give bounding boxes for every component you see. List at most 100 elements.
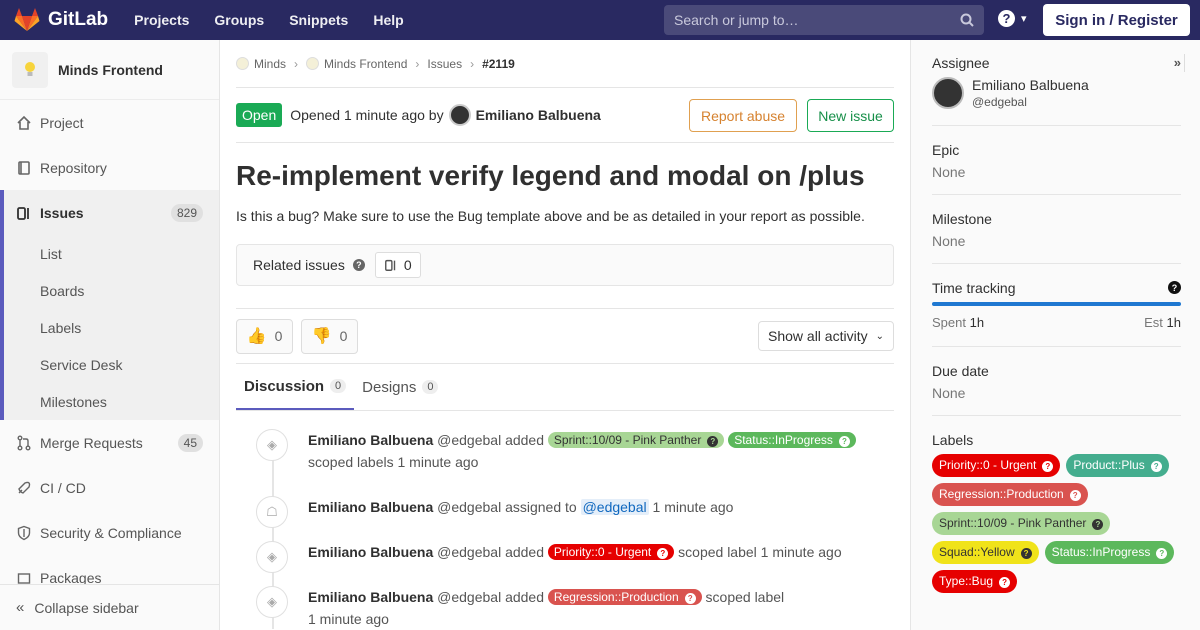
chevron-right-icon: › bbox=[415, 56, 420, 71]
sidebar-label[interactable]: Product::Plus? bbox=[1066, 454, 1169, 477]
chevron-right-icon: › bbox=[470, 56, 475, 71]
collapse-right-sidebar-icon[interactable]: » bbox=[1174, 55, 1181, 70]
label-sprint[interactable]: Sprint::10/09 - Pink Panther? bbox=[547, 432, 725, 448]
sidebar-item-label: Project bbox=[40, 114, 84, 131]
search-icon[interactable] bbox=[960, 13, 974, 27]
note-time: 1 minute ago bbox=[308, 611, 389, 627]
note-author[interactable]: Emiliano Balbuena bbox=[308, 589, 433, 605]
assignee-name: Emiliano Balbuena bbox=[972, 77, 1089, 93]
breadcrumb: Minds › Minds Frontend › Issues › #2119 bbox=[236, 40, 894, 88]
label-status[interactable]: Status::InProgress? bbox=[728, 432, 856, 448]
question-circle-icon: ? bbox=[684, 593, 696, 604]
sign-in-button[interactable]: Sign in / Register bbox=[1043, 4, 1190, 36]
nav-projects[interactable]: Projects bbox=[134, 12, 189, 28]
label-text: Priority::0 - Urgent bbox=[939, 458, 1037, 472]
sidebar-item-ci-cd[interactable]: CI / CD bbox=[0, 465, 219, 510]
sidebar-subitem-service-desk[interactable]: Service Desk bbox=[4, 346, 219, 383]
note-action: assigned to bbox=[505, 499, 577, 515]
labels-list: Priority::0 - Urgent? Product::Plus? Regre… bbox=[932, 454, 1181, 599]
note-author[interactable]: Emiliano Balbuena bbox=[308, 432, 433, 448]
sidebar-label[interactable]: Type::Bug? bbox=[932, 570, 1018, 593]
system-note: ◈ Emiliano Balbuena @edgebal added Regre… bbox=[236, 586, 894, 630]
tab-designs[interactable]: Designs 0 bbox=[354, 364, 446, 410]
breadcrumb-issue-id[interactable]: #2119 bbox=[482, 57, 515, 71]
question-circle-icon[interactable]: ? bbox=[1168, 281, 1181, 294]
note-tail: scoped labels 1 minute ago bbox=[308, 454, 479, 470]
shield-icon bbox=[16, 525, 32, 541]
tab-count: 0 bbox=[330, 379, 347, 393]
note-author[interactable]: Emiliano Balbuena bbox=[308, 544, 433, 560]
breadcrumb-minds[interactable]: Minds bbox=[254, 57, 286, 71]
nav-help[interactable]: Help bbox=[373, 12, 403, 28]
sidebar-label[interactable]: Status::InProgress? bbox=[1044, 541, 1175, 564]
time-tracking-values: Spent 1h Est 1h bbox=[932, 315, 1181, 330]
sidebar-subitem-milestones[interactable]: Milestones bbox=[4, 383, 219, 420]
label-regression[interactable]: Regression::Production? bbox=[547, 589, 702, 605]
sidebar-label[interactable]: Priority::0 - Urgent? bbox=[932, 454, 1061, 477]
sidebar-label[interactable]: Squad::Yellow? bbox=[932, 541, 1039, 564]
author-avatar[interactable] bbox=[448, 104, 471, 126]
sidebar-subitem-labels[interactable]: Labels bbox=[4, 309, 219, 346]
question-circle-icon: ? bbox=[998, 10, 1015, 27]
breadcrumb-issues[interactable]: Issues bbox=[427, 57, 462, 71]
sidebar-subitem-boards[interactable]: Boards bbox=[4, 272, 219, 309]
thumbs-down-button[interactable]: 👎 0 bbox=[301, 318, 358, 354]
sidebar-label[interactable]: Sprint::10/09 - Pink Panther? bbox=[932, 512, 1111, 535]
issues-section: Issues 829 List Boards Labels Service De… bbox=[0, 190, 219, 420]
note-author[interactable]: Emiliano Balbuena bbox=[308, 499, 433, 515]
project-header[interactable]: Minds Frontend bbox=[0, 40, 219, 100]
breadcrumb-project[interactable]: Minds Frontend bbox=[324, 57, 407, 71]
nav-groups[interactable]: Groups bbox=[214, 12, 264, 28]
collapse-sidebar-button[interactable]: « Collapse sidebar bbox=[0, 584, 219, 630]
note-action: added bbox=[505, 589, 545, 605]
time-tracking-block: Time tracking ? Spent 1h Est 1h bbox=[932, 264, 1181, 347]
labels-block: Labels Priority::0 - Urgent? Product::Plu… bbox=[932, 416, 1181, 599]
new-issue-button[interactable]: New issue bbox=[807, 99, 894, 132]
issue-meta: Opened 1 minute ago by Emiliano Balbuena bbox=[290, 104, 601, 126]
note-handle[interactable]: @edgebal bbox=[437, 544, 501, 560]
note-action: added bbox=[505, 544, 545, 560]
epic-value: None bbox=[932, 164, 966, 180]
question-circle-icon: ? bbox=[1042, 461, 1054, 472]
assignee-info[interactable]: Emiliano Balbuena @edgebal bbox=[932, 77, 1181, 109]
activity-filter-dropdown[interactable]: Show all activity ⌄ bbox=[758, 321, 894, 351]
sidebar-item-label: Security & Compliance bbox=[40, 524, 182, 541]
merge-requests-count-badge: 45 bbox=[177, 433, 203, 452]
note-action: added bbox=[505, 432, 545, 448]
label-priority[interactable]: Priority::0 - Urgent? bbox=[547, 544, 675, 560]
tab-label: Discussion bbox=[244, 377, 325, 395]
label-text: Priority::0 - Urgent bbox=[553, 545, 652, 559]
lightbulb-icon bbox=[25, 61, 35, 76]
issue-header: Open Opened 1 minute ago by Emiliano Bal… bbox=[236, 88, 894, 143]
thumbs-up-count: 0 bbox=[274, 328, 283, 344]
sidebar-item-repository[interactable]: Repository bbox=[0, 145, 219, 190]
label-text: Sprint::10/09 - Pink Panther bbox=[939, 516, 1087, 530]
tab-discussion[interactable]: Discussion 0 bbox=[236, 364, 355, 410]
question-circle-icon[interactable]: ? bbox=[352, 259, 365, 271]
search-input[interactable] bbox=[674, 12, 934, 28]
top-nav: Projects Groups Snippets Help bbox=[134, 12, 429, 28]
sidebar-item-issues[interactable]: Issues 829 bbox=[4, 190, 219, 235]
note-tail: scoped label 1 minute ago bbox=[678, 544, 842, 560]
sidebar-subitem-list[interactable]: List bbox=[4, 235, 219, 272]
sidebar-item-project[interactable]: Project bbox=[0, 100, 219, 145]
sidebar-item-merge-requests[interactable]: Merge Requests 45 bbox=[0, 420, 219, 465]
issue-description: Is this a bug? Make sure to use the Bug … bbox=[236, 208, 865, 224]
brand-name: GitLab bbox=[48, 9, 109, 30]
help-dropdown[interactable]: ? ▾ bbox=[998, 10, 1027, 27]
sidebar-item-security[interactable]: Security & Compliance bbox=[0, 510, 219, 555]
assignee-block: Assignee » Emiliano Balbuena @edgebal bbox=[932, 40, 1185, 126]
gitlab-logo[interactable]: GitLab bbox=[14, 8, 108, 32]
report-abuse-button[interactable]: Report abuse bbox=[689, 99, 797, 132]
thumbs-up-button[interactable]: 👍 0 bbox=[236, 318, 293, 354]
sidebar-label[interactable]: Regression::Production? bbox=[932, 483, 1088, 506]
author-name[interactable]: Emiliano Balbuena bbox=[476, 107, 601, 123]
note-handle[interactable]: @edgebal bbox=[437, 589, 501, 605]
nav-snippets[interactable]: Snippets bbox=[289, 12, 348, 28]
project-avatar-icon bbox=[306, 57, 320, 70]
user-mention[interactable]: @edgebal bbox=[580, 499, 649, 515]
chevron-down-icon: ⌄ bbox=[875, 330, 884, 342]
top-navbar: GitLab Projects Groups Snippets Help ? ▾… bbox=[0, 0, 1200, 40]
note-handle[interactable]: @edgebal bbox=[437, 499, 501, 515]
note-handle[interactable]: @edgebal bbox=[437, 432, 501, 448]
